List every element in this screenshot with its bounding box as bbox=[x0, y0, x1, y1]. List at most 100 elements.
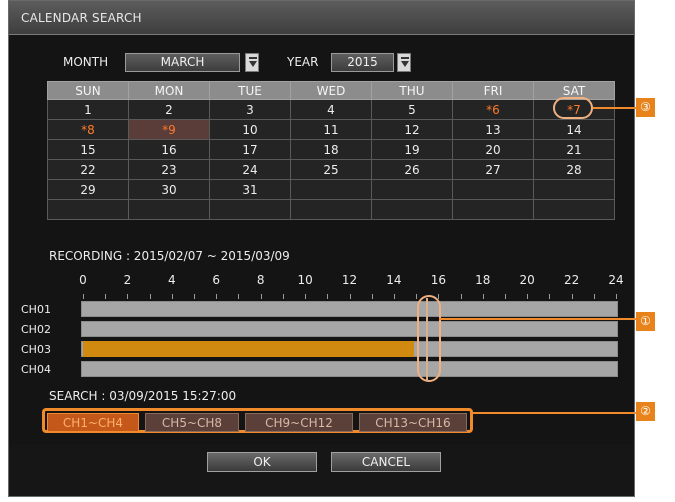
channel-label: CH02 bbox=[21, 323, 51, 336]
calendar-day[interactable]: 19 bbox=[371, 139, 453, 160]
recording-range: RECORDING : 2015/02/07 ~ 2015/03/09 bbox=[49, 249, 290, 263]
year-select[interactable]: 2015 bbox=[331, 53, 394, 72]
calendar-day[interactable]: 28 bbox=[533, 159, 615, 180]
callout-three-highlight bbox=[553, 97, 593, 119]
calendar-day[interactable]: 11 bbox=[290, 119, 372, 140]
calendar-day-label: 1 bbox=[84, 102, 92, 117]
month-select[interactable]: MARCH bbox=[125, 53, 240, 72]
search-time: SEARCH : 03/09/2015 15:27:00 bbox=[49, 389, 237, 403]
calendar-day[interactable]: 20 bbox=[452, 139, 534, 160]
calendar-day[interactable]: 26 bbox=[371, 159, 453, 180]
footer bbox=[9, 444, 634, 496]
calendar-day[interactable]: 15 bbox=[47, 139, 129, 160]
calendar-day[interactable]: 22 bbox=[47, 159, 129, 180]
calendar-day-label: 27 bbox=[485, 162, 501, 177]
calendar-day[interactable]: 4 bbox=[290, 99, 372, 120]
calendar-day-label: *6 bbox=[486, 102, 500, 117]
calendar-day-label: 3 bbox=[246, 102, 254, 117]
calendar-day-label: 28 bbox=[566, 162, 582, 177]
calendar-day[interactable]: *9 bbox=[128, 119, 210, 140]
chevron-down-icon bbox=[249, 57, 257, 67]
hour-label: 22 bbox=[563, 273, 580, 287]
callout-one-highlight bbox=[417, 295, 441, 382]
calendar-day[interactable]: 30 bbox=[128, 179, 210, 200]
month-dropdown-button[interactable] bbox=[245, 53, 259, 72]
calendar-day-label: 12 bbox=[404, 122, 420, 137]
hour-label: 8 bbox=[256, 273, 265, 287]
calendar-empty-cell bbox=[533, 199, 615, 220]
channel-group-button[interactable]: CH13~CH16 bbox=[359, 413, 467, 432]
calendar-day[interactable]: 13 bbox=[452, 119, 534, 140]
calendar-day[interactable]: 27 bbox=[452, 159, 534, 180]
channel-group-button[interactable]: CH1~CH4 bbox=[47, 413, 139, 432]
calendar-day-label: 25 bbox=[323, 162, 339, 177]
hour-tick bbox=[150, 294, 151, 299]
calendar-day[interactable]: 16 bbox=[128, 139, 210, 160]
calendar-day[interactable]: 14 bbox=[533, 119, 615, 140]
calendar-day[interactable]: 12 bbox=[371, 119, 453, 140]
callout-three-badge: ③ bbox=[636, 98, 655, 117]
hour-tick bbox=[483, 294, 484, 299]
calendar-empty-cell bbox=[452, 199, 534, 220]
calendar-day[interactable]: 3 bbox=[209, 99, 291, 120]
calendar-day-label: 14 bbox=[566, 122, 582, 137]
calendar-day-label: 29 bbox=[80, 182, 96, 197]
hour-label: 24 bbox=[608, 273, 624, 287]
year-dropdown-button[interactable] bbox=[397, 53, 411, 72]
calendar-day[interactable]: *8 bbox=[47, 119, 129, 140]
calendar-day[interactable]: 5 bbox=[371, 99, 453, 120]
calendar-day[interactable]: *6 bbox=[452, 99, 534, 120]
calendar-day-label: 20 bbox=[485, 142, 501, 157]
channel-track[interactable] bbox=[81, 321, 618, 337]
hour-scale: 0 2 4 6 8 10 12 14 16 18 20 22 24 bbox=[9, 273, 634, 291]
calendar-day[interactable]: 25 bbox=[290, 159, 372, 180]
calendar-day-label: *9 bbox=[162, 122, 176, 137]
hour-tick bbox=[527, 294, 528, 299]
calendar-search-window: CALENDAR SEARCH MONTH MARCH YEAR 2015 SU… bbox=[8, 0, 643, 497]
weekday-tue: TUE bbox=[209, 81, 291, 100]
hour-tick bbox=[327, 294, 328, 299]
calendar-day[interactable]: 24 bbox=[209, 159, 291, 180]
hour-tick bbox=[127, 294, 128, 299]
channel-group-button[interactable]: CH9~CH12 bbox=[245, 413, 353, 432]
hour-tick bbox=[572, 294, 573, 299]
calendar-empty-cell bbox=[452, 179, 534, 200]
calendar-day-label: 24 bbox=[242, 162, 258, 177]
hour-tick bbox=[350, 294, 351, 299]
channel-group-button[interactable]: CH5~CH8 bbox=[145, 413, 239, 432]
calendar-day[interactable]: 21 bbox=[533, 139, 615, 160]
weekday-mon: MON bbox=[128, 81, 210, 100]
hour-label: 6 bbox=[212, 273, 221, 287]
channel-track[interactable] bbox=[81, 301, 618, 317]
calendar-day-label: 2 bbox=[165, 102, 173, 117]
calendar-day[interactable]: 10 bbox=[209, 119, 291, 140]
calendar-day[interactable]: 18 bbox=[290, 139, 372, 160]
calendar-week-row: 22 23 24 25 26 27 28 bbox=[47, 159, 615, 180]
weekday-header-row: SUN MON TUE WED THU FRI SAT bbox=[47, 81, 615, 100]
calendar-day[interactable]: 2 bbox=[128, 99, 210, 120]
calendar-day[interactable]: 29 bbox=[47, 179, 129, 200]
cancel-button[interactable]: CANCEL bbox=[331, 452, 441, 472]
calendar-day-label: 11 bbox=[323, 122, 339, 137]
channel-label: CH04 bbox=[21, 363, 51, 376]
calendar-day-label: 30 bbox=[161, 182, 177, 197]
calendar-empty-cell bbox=[128, 199, 210, 220]
calendar-day[interactable]: 1 bbox=[47, 99, 129, 120]
calendar-day-label: 16 bbox=[161, 142, 177, 157]
hour-tick bbox=[416, 294, 417, 299]
hour-label: 0 bbox=[79, 273, 87, 287]
hour-label: 18 bbox=[475, 273, 491, 287]
hour-label: 10 bbox=[297, 273, 313, 287]
hour-tick bbox=[83, 294, 84, 299]
hour-tick bbox=[283, 294, 284, 299]
calendar-day[interactable]: 17 bbox=[209, 139, 291, 160]
ok-button[interactable]: OK bbox=[207, 452, 317, 472]
calendar-day[interactable]: 31 bbox=[209, 179, 291, 200]
channel-track[interactable] bbox=[81, 361, 618, 377]
weekday-thu: THU bbox=[371, 81, 453, 100]
hour-label: 12 bbox=[341, 273, 358, 287]
calendar-day[interactable]: 23 bbox=[128, 159, 210, 180]
callout-two-badge: ② bbox=[636, 402, 655, 421]
calendar-empty-cell bbox=[371, 179, 453, 200]
hour-tick bbox=[461, 294, 462, 299]
